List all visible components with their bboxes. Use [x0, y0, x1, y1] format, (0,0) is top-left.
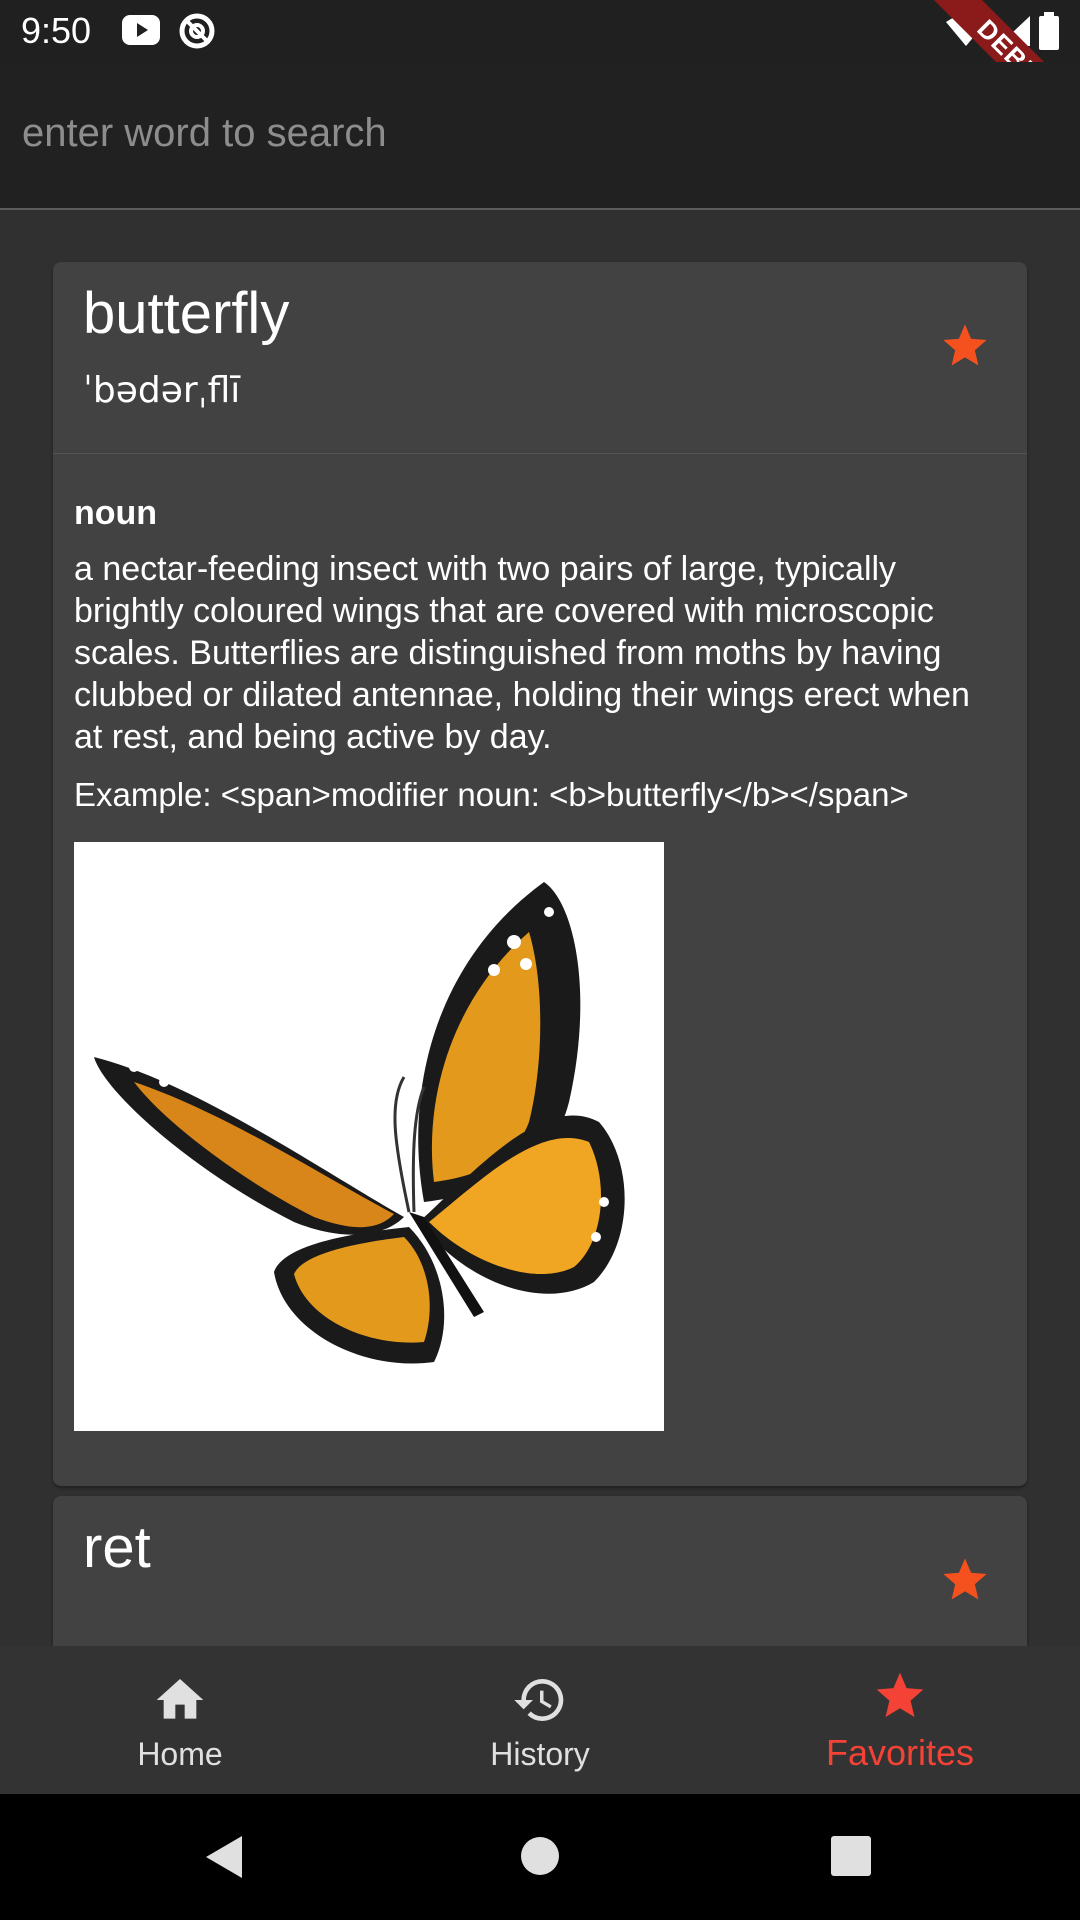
part-of-speech: noun: [74, 494, 158, 532]
word-title: butterfly: [83, 281, 290, 346]
nav-favorites-label: Favorites: [825, 1732, 975, 1773]
favorite-star-icon[interactable]: [939, 320, 991, 372]
nav-history-label: History: [490, 1736, 590, 1772]
status-bar: 9:50 DEBUG: [0, 0, 1080, 153]
definition-text: a nectar-feeding insect with two pairs o…: [74, 550, 970, 756]
recents-icon[interactable]: [831, 1836, 871, 1881]
word-phonetic: ˈbədərˌflī: [83, 370, 241, 411]
system-navigation-bar: [0, 1794, 1080, 1920]
home-icon: [156, 1679, 204, 1719]
word-card[interactable]: butterfly ˈbədərˌflī noun a nectar-feedi…: [53, 262, 1027, 1486]
card-divider: [53, 453, 1027, 454]
nav-history[interactable]: History: [360, 1646, 720, 1794]
history-icon: [514, 1679, 564, 1721]
favorite-star-icon[interactable]: [939, 1554, 991, 1606]
star-icon: [876, 1672, 924, 1717]
battery-icon: [1038, 12, 1060, 55]
search-input[interactable]: [20, 102, 924, 164]
nav-home-label: Home: [137, 1736, 223, 1772]
home-circle-icon[interactable]: [520, 1836, 560, 1881]
nav-home[interactable]: Home: [0, 1646, 360, 1794]
word-title: ret: [83, 1515, 151, 1580]
favorites-list[interactable]: butterfly ˈbədərˌflī noun a nectar-feedi…: [0, 210, 1080, 1646]
no-disturb-icon: [178, 12, 216, 55]
status-time: 9:50: [21, 10, 92, 51]
back-icon[interactable]: [204, 1834, 244, 1885]
butterfly-image: [74, 842, 664, 1431]
youtube-icon: [122, 15, 160, 50]
word-card[interactable]: ret: [53, 1496, 1027, 1646]
bottom-navigation: Home History Favorites: [0, 1646, 1080, 1794]
example-text: Example: <span>modifier noun: <b>butterf…: [74, 776, 909, 813]
nav-favorites[interactable]: Favorites: [720, 1646, 1080, 1794]
search-bar: [0, 62, 1080, 210]
